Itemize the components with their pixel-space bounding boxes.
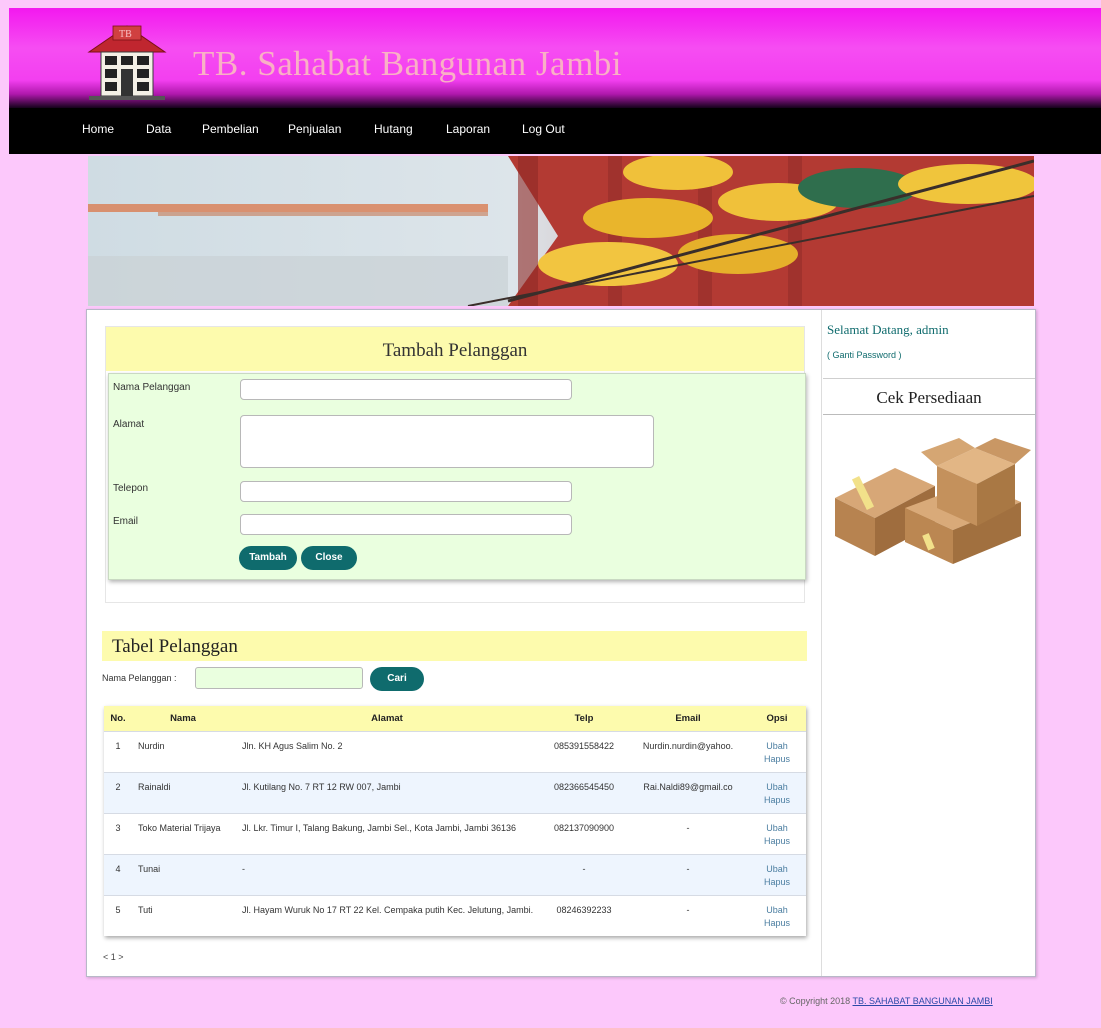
nav-logout[interactable]: Log Out [522,122,565,136]
site-header: TB TB. Sahabat Bangunan Jambi [9,8,1101,108]
nav-pembelian[interactable]: Pembelian [202,122,259,136]
cell-email: - [628,894,748,936]
search-label: Nama Pelanggan : [102,673,177,683]
cell-nama: Rainaldi [132,771,234,813]
cell-opsi: Ubah Hapus [748,771,806,813]
hapus-link[interactable]: Hapus [748,835,806,848]
cell-telp: - [540,853,628,895]
hapus-link[interactable]: Hapus [748,876,806,889]
change-password-link[interactable]: ( Ganti Password ) [827,350,902,360]
col-no: No. [104,706,132,731]
cell-no: 4 [104,853,132,895]
table-section-bar: Tabel Pelanggan [102,631,807,661]
customer-table: No. Nama Alamat Telp Email Opsi 1 Nurdin… [104,706,806,936]
nav-data[interactable]: Data [146,122,171,136]
tambah-button[interactable]: Tambah [239,546,297,570]
main-panel: Tambah Pelanggan Nama Pelanggan Alamat T… [86,309,1036,977]
cell-nama: Toko Material Trijaya [132,812,234,854]
cell-opsi: Ubah Hapus [748,853,806,895]
stock-check-title: Cek Persediaan [876,388,982,407]
close-button[interactable]: Close [301,546,357,570]
cell-nama: Tunai [132,853,234,895]
ubah-link[interactable]: Ubah [748,781,806,794]
cell-email: Nurdin.nurdin@yahoo. [628,730,748,772]
table-section-title: Tabel Pelanggan [112,636,238,657]
form-title: Tambah Pelanggan [382,340,528,361]
cell-no: 2 [104,771,132,813]
ubah-link[interactable]: Ubah [748,863,806,876]
table-row: 3 Toko Material Trijaya Jl. Lkr. Timur I… [104,812,806,854]
footer-site-link[interactable]: TB. SAHABAT BANGUNAN JAMBI [853,996,993,1006]
nav-laporan[interactable]: Laporan [446,122,490,136]
table-row: 2 Rainaldi Jl. Kutilang No. 7 RT 12 RW 0… [104,771,806,813]
alamat-textarea[interactable] [240,415,654,468]
cell-telp: 082366545450 [540,771,628,813]
cell-no: 5 [104,894,132,936]
alamat-label: Alamat [113,419,145,430]
form-title-bar: Tambah Pelanggan [106,327,804,371]
cell-alamat: Jl. Lkr. Timur I, Talang Bakung, Jambi S… [234,812,540,854]
copyright-text: © Copyright 2018 [780,996,851,1006]
table-row: 5 Tuti Jl. Hayam Wuruk No 17 RT 22 Kel. … [104,894,806,936]
hero-banner-image [88,156,1034,306]
hapus-link[interactable]: Hapus [748,753,806,766]
cell-email: - [628,853,748,895]
col-email: Email [628,706,748,731]
cell-no: 1 [104,730,132,772]
hapus-link[interactable]: Hapus [748,794,806,807]
cell-telp: 08246392233 [540,894,628,936]
sidebar-divider [823,378,1035,379]
cell-opsi: Ubah Hapus [748,730,806,772]
stock-title-underline [823,414,1035,415]
cell-alamat: Jl. Hayam Wuruk No 17 RT 22 Kel. Cempaka… [234,894,540,936]
cell-no: 3 [104,812,132,854]
nama-pelanggan-input[interactable] [240,379,572,400]
nav-hutang[interactable]: Hutang [374,122,413,136]
cell-alamat: Jln. KH Agus Salim No. 2 [234,730,540,772]
col-nama: Nama [132,706,234,731]
cell-opsi: Ubah Hapus [748,812,806,854]
email-input[interactable] [240,514,572,535]
search-input[interactable] [195,667,363,689]
welcome-text: Selamat Datang, admin [827,322,949,337]
nav-home[interactable]: Home [82,122,114,136]
col-alamat: Alamat [234,706,540,731]
cardboard-boxes-icon[interactable] [825,438,1035,566]
cell-telp: 085391558422 [540,730,628,772]
table-header-row: No. Nama Alamat Telp Email Opsi [104,706,806,731]
hapus-link[interactable]: Hapus [748,917,806,930]
nav-penjualan[interactable]: Penjualan [288,122,341,136]
table-row: 1 Nurdin Jln. KH Agus Salim No. 2 085391… [104,730,806,772]
ubah-link[interactable]: Ubah [748,822,806,835]
cell-opsi: Ubah Hapus [748,894,806,936]
ubah-link[interactable]: Ubah [748,904,806,917]
pagination[interactable]: < 1 > [103,952,124,962]
content-area: Tambah Pelanggan Nama Pelanggan Alamat T… [87,310,822,976]
telepon-label: Telepon [113,483,149,494]
add-customer-form: Nama Pelanggan Alamat Telepon Email Tamb… [108,373,806,580]
col-opsi: Opsi [748,706,806,731]
cari-button[interactable]: Cari [370,667,424,691]
nama-label: Nama Pelanggan [113,382,191,393]
cell-email: - [628,812,748,854]
store-logo: TB [87,25,167,100]
cell-email: Rai.Naldi89@gmail.co [628,771,748,813]
email-label: Email [113,516,139,527]
cell-nama: Nurdin [132,730,234,772]
col-telp: Telp [540,706,628,731]
svg-text:TB: TB [119,29,132,40]
cell-nama: Tuti [132,894,234,936]
footer: © Copyright 2018 TB. SAHABAT BANGUNAN JA… [780,996,993,1006]
add-customer-panel: Tambah Pelanggan Nama Pelanggan Alamat T… [105,326,806,603]
table-row: 4 Tunai - - - Ubah Hapus [104,853,806,895]
sidebar: Selamat Datang, admin ( Ganti Password )… [823,310,1035,976]
main-nav: Home Data Pembelian Penjualan Hutang Lap… [9,108,1101,154]
site-title: TB. Sahabat Bangunan Jambi [193,44,623,83]
cell-alamat: - [234,853,540,895]
ubah-link[interactable]: Ubah [748,740,806,753]
cell-telp: 082137090900 [540,812,628,854]
cell-alamat: Jl. Kutilang No. 7 RT 12 RW 007, Jambi [234,771,540,813]
telepon-input[interactable] [240,481,572,502]
